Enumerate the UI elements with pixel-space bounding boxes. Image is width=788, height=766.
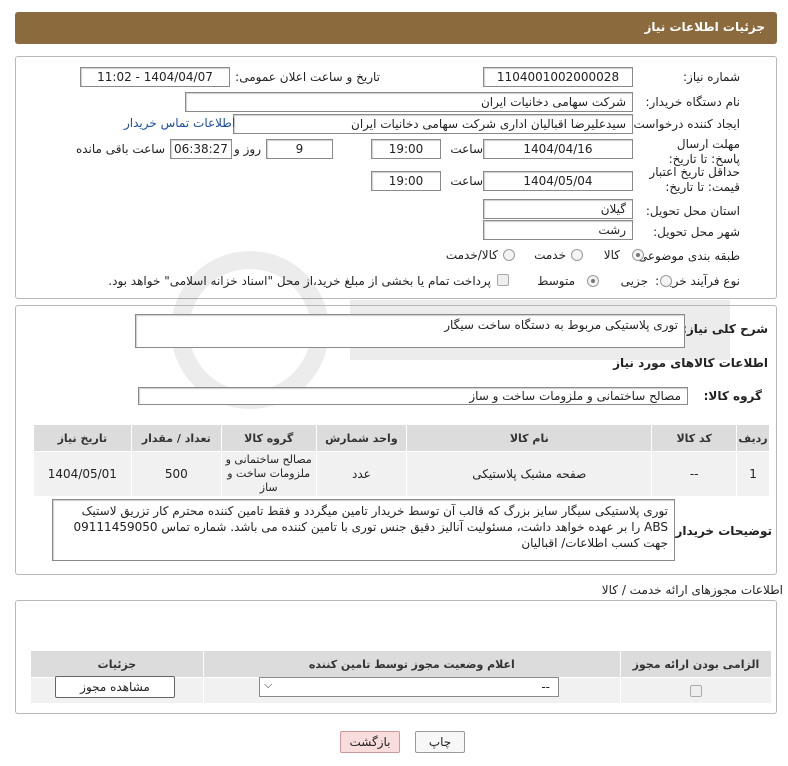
creator-field: سیدعلیرضا اقبالیان اداری شرکت سهامی دخان… [233, 114, 633, 134]
cell-name: صفحه مشبک پلاستیکی [406, 451, 653, 497]
buyer-org-label: نام دستگاه خریدار: [645, 95, 741, 109]
days-field: 9 [266, 139, 333, 159]
col-name: نام کالا [406, 424, 653, 452]
goods-group-label: گروه کالا: [703, 389, 762, 403]
cell-row: 1 [736, 451, 770, 497]
treasury-payment-note: پرداخت تمام یا بخشی از مبلغ خرید،از محل … [108, 274, 491, 288]
category-radio-goods-service[interactable] [503, 249, 515, 261]
deadline-time-field: 19:00 [371, 139, 441, 159]
permit-status-select[interactable]: -- ⌵ [259, 677, 559, 697]
min-price-date-field: 1404/05/04 [483, 171, 633, 191]
need-number-field: 1104001002000028 [483, 67, 633, 87]
permit-required-cell [619, 677, 773, 704]
min-price-hour-label: ساعت [450, 174, 483, 188]
category-option-goods: کالا [603, 248, 620, 262]
deadline-date-field: 1404/04/16 [483, 139, 633, 159]
process-option-minor: جزیی [620, 274, 648, 288]
process-option-medium: متوسط [537, 274, 575, 288]
category-option-goods-service: کالا/خدمت [445, 248, 498, 262]
city-label: شهر محل تحویل: [653, 225, 740, 239]
province-label: استان محل تحویل: [645, 204, 740, 218]
description-field: توری پلاستیکی مربوط به دستگاه ساخت سیگار [135, 314, 685, 348]
treasury-payment-checkbox[interactable] [497, 274, 509, 286]
description-label: شرح کلی نیاز: [682, 322, 768, 336]
col-date: تاریخ نیاز [33, 424, 132, 452]
permit-status-select-value: -- [541, 680, 550, 694]
city-field: رشت [483, 220, 633, 240]
col-group: گروه کالا [220, 424, 317, 452]
category-radio-goods[interactable] [632, 249, 644, 261]
min-price-label: حداقل تاریخ اعتبار قیمت: تا تاریخ: [649, 165, 740, 194]
category-option-service: خدمت [534, 248, 566, 262]
remaining-label: ساعت باقی مانده [75, 142, 165, 156]
deadline-hour-label: ساعت [450, 142, 483, 156]
back-button[interactable]: بازگشت [340, 731, 400, 753]
province-field: گیلان [483, 199, 633, 219]
goods-table: ردیف کد کالا نام کالا واحد شمارش گروه کا… [33, 424, 770, 497]
col-permit-details: جزئیات [30, 650, 204, 678]
contact-info-link[interactable]: اطلاعات تماس خریدار [124, 116, 235, 130]
goods-group-field: مصالح ساختمانی و ملزومات ساخت و ساز [138, 387, 688, 405]
category-radio-service[interactable] [571, 249, 583, 261]
cell-qty: 500 [130, 451, 222, 497]
deadline-label: مهلت ارسال پاسخ: تا تاریخ: [668, 137, 740, 166]
col-permit-status: اعلام وضعیت مجوز توسط تامین کننده [202, 650, 621, 678]
cell-code: -- [651, 451, 738, 497]
page-header: جزئیات اطلاعات نیاز [15, 12, 777, 44]
category-label: طبقه بندی موضوعی: [633, 249, 740, 263]
cell-date: 1404/05/01 [33, 451, 132, 497]
cell-group: مصالح ساختمانی و ملزومات ساخت و ساز [220, 451, 317, 497]
need-number-label: شماره نیاز: [683, 70, 740, 84]
buyer-notes-label: توضیحات خریدار: [670, 524, 772, 538]
page-title: جزئیات اطلاعات نیاز [644, 20, 765, 34]
table-row: 1 -- صفحه مشبک پلاستیکی عدد مصالح ساختما… [33, 451, 770, 497]
view-permit-button[interactable]: مشاهده مجوز [55, 676, 175, 698]
buyer-notes-field: توری پلاستیکی سیگار سایز بزرگ که قالب آن… [52, 499, 675, 561]
min-price-time-field: 19:00 [371, 171, 441, 191]
col-qty: تعداد / مقدار [130, 424, 222, 452]
goods-section-title: اطلاعات کالاهای مورد نیاز [613, 356, 768, 370]
process-radio-minor[interactable] [660, 275, 672, 287]
col-permit-required: الزامی بودن ارائه مجوز [619, 650, 773, 678]
cell-unit: عدد [315, 451, 408, 497]
creator-label: ایجاد کننده درخواست: [629, 117, 740, 131]
permits-title: اطلاعات مجوزهای ارائه خدمت / کالا [601, 583, 783, 597]
col-code: کد کالا [651, 424, 738, 452]
buyer-org-field: شرکت سهامی دخانیات ایران [185, 92, 633, 112]
print-button[interactable]: چاپ [415, 731, 465, 753]
process-radio-medium[interactable] [587, 275, 599, 287]
days-label: روز و [234, 142, 261, 156]
announce-label: تاریخ و ساعت اعلان عمومی: [235, 70, 380, 84]
col-unit: واحد شمارش [315, 424, 408, 452]
remaining-time-field: 06:38:27 [170, 139, 232, 159]
announce-field: 1404/04/07 - 11:02 [80, 67, 230, 87]
col-row: ردیف [736, 424, 770, 452]
permit-required-checkbox[interactable] [689, 685, 702, 697]
chevron-down-icon: ⌵ [264, 678, 273, 691]
